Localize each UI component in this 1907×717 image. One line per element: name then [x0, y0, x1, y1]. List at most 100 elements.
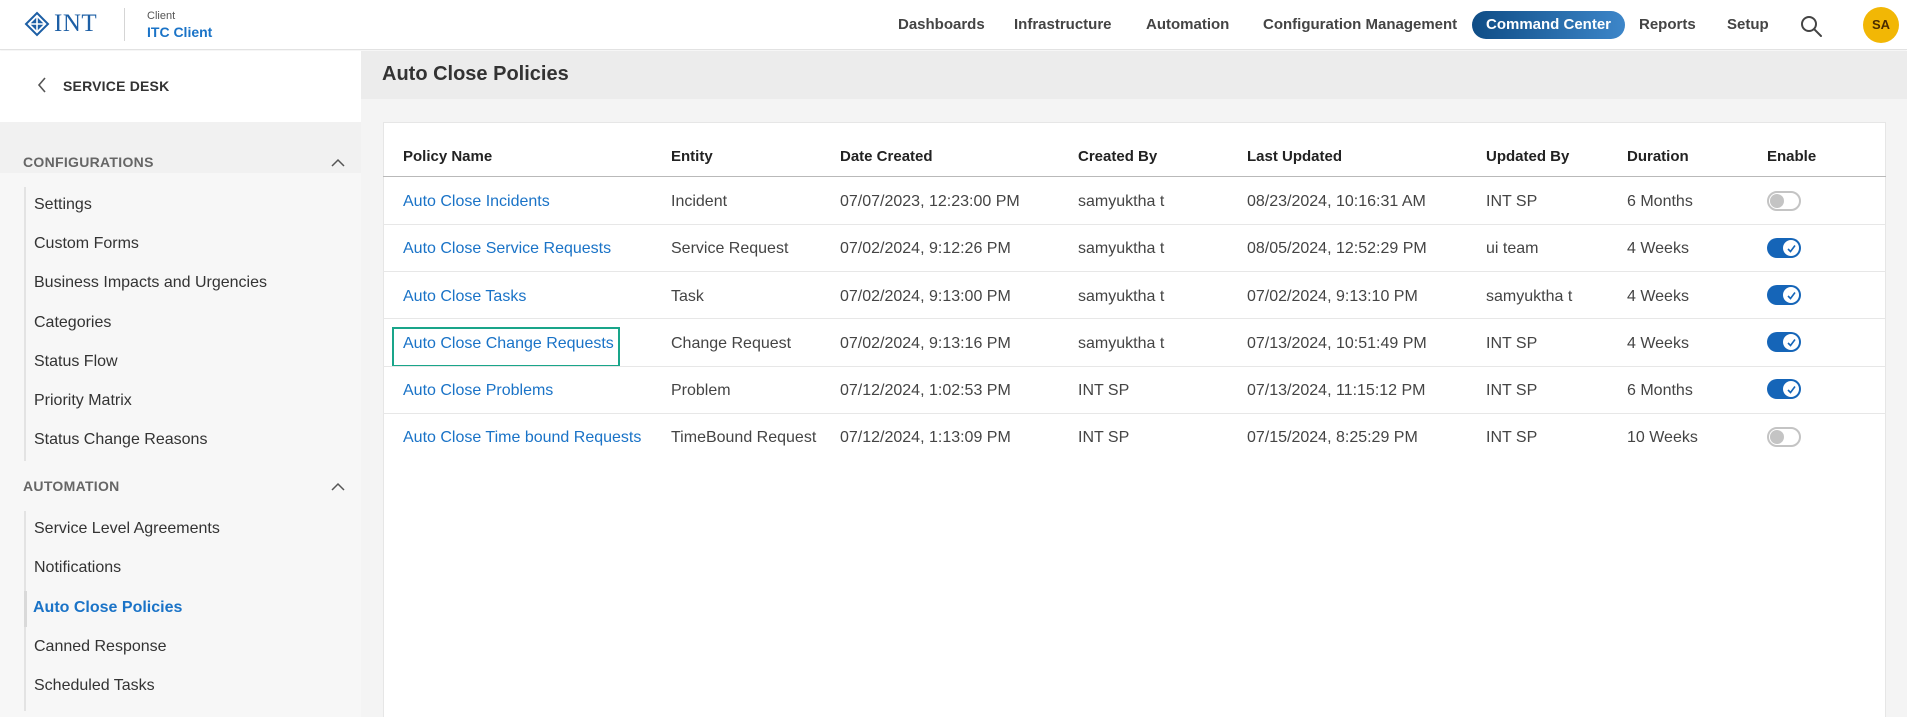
enable-toggle[interactable]: [1767, 427, 1801, 447]
date-created-cell: 07/12/2024, 1:02:53 PM: [840, 382, 1011, 399]
column-header-duration[interactable]: Duration: [1627, 148, 1689, 165]
sidebar-item-service-level-agreements[interactable]: Service Level Agreements: [34, 520, 220, 538]
nav-infrastructure[interactable]: Infrastructure: [1014, 11, 1112, 39]
column-header-created-by[interactable]: Created By: [1078, 148, 1157, 165]
policy-link[interactable]: Auto Close Change Requests: [403, 335, 614, 353]
created-by-cell: samyuktha t: [1078, 335, 1165, 352]
int-logo-icon: [24, 11, 50, 37]
nav-configuration-management[interactable]: Configuration Management: [1263, 11, 1457, 39]
policies-table-card: [383, 122, 1886, 717]
sidebar-item-status-change-reasons[interactable]: Status Change Reasons: [34, 431, 207, 449]
back-to-service-desk[interactable]: SERVICE DESK: [0, 51, 361, 122]
date-created-cell: 07/02/2024, 9:12:26 PM: [840, 240, 1011, 257]
check-icon: [1783, 240, 1799, 256]
client-selector[interactable]: Client ITC Client: [147, 10, 212, 40]
updated-by-cell: ui team: [1486, 240, 1539, 257]
check-icon: [1783, 334, 1799, 350]
date-created-cell: 07/02/2024, 9:13:00 PM: [840, 288, 1011, 305]
created-by-cell: INT SP: [1078, 429, 1130, 446]
header-divider: [124, 8, 125, 41]
nav-dashboards[interactable]: Dashboards: [898, 11, 985, 39]
column-header-date-created[interactable]: Date Created: [840, 148, 933, 165]
sidebar-item-scheduled-tasks[interactable]: Scheduled Tasks: [34, 677, 155, 695]
toggle-knob: [1770, 194, 1784, 208]
page-header: Auto Close Policies: [361, 51, 1907, 99]
section-automation[interactable]: AUTOMATION: [23, 478, 120, 494]
sidebar-item-priority-matrix[interactable]: Priority Matrix: [34, 392, 132, 410]
last-updated-cell: 07/13/2024, 11:15:12 PM: [1247, 382, 1426, 399]
enable-toggle[interactable]: [1767, 238, 1801, 258]
nav-reports[interactable]: Reports: [1639, 11, 1696, 39]
column-header-policy-name[interactable]: Policy Name: [403, 148, 492, 165]
client-caption: Client: [147, 10, 176, 22]
row-divider: [383, 224, 1886, 225]
entity-cell: Task: [671, 288, 704, 305]
policy-link[interactable]: Auto Close Tasks: [403, 288, 526, 306]
duration-cell: 10 Weeks: [1627, 429, 1698, 446]
sidebar-item-status-flow[interactable]: Status Flow: [34, 353, 118, 371]
entity-cell: Change Request: [671, 335, 792, 352]
sidebar-item-auto-close-policies[interactable]: Auto Close Policies: [33, 599, 182, 617]
duration-cell: 6 Months: [1627, 382, 1693, 399]
search-icon[interactable]: [1799, 14, 1823, 38]
enable-toggle[interactable]: [1767, 285, 1801, 305]
last-updated-cell: 08/23/2024, 10:16:31 AM: [1247, 193, 1426, 210]
policy-link[interactable]: Auto Close Time bound Requests: [403, 429, 641, 447]
row-divider: [383, 366, 1886, 367]
column-header-last-updated[interactable]: Last Updated: [1247, 148, 1342, 165]
section-configurations[interactable]: CONFIGURATIONS: [23, 154, 154, 170]
page-title: Auto Close Policies: [382, 63, 569, 85]
check-icon: [1783, 287, 1799, 303]
date-created-cell: 07/02/2024, 9:13:16 PM: [840, 335, 1011, 352]
table-header-divider: [383, 176, 1886, 177]
enable-toggle[interactable]: [1767, 332, 1801, 352]
top-bar: INT Client ITC Client Dashboards Infrast…: [0, 0, 1907, 50]
row-divider: [383, 318, 1886, 319]
duration-cell: 4 Weeks: [1627, 240, 1689, 257]
sidebar-item-business-impacts[interactable]: Business Impacts and Urgencies: [34, 274, 267, 292]
nav-setup[interactable]: Setup: [1727, 11, 1769, 39]
toggle-knob: [1770, 430, 1784, 444]
client-name[interactable]: ITC Client: [147, 25, 212, 39]
column-header-updated-by[interactable]: Updated By: [1486, 148, 1569, 165]
updated-by-cell: INT SP: [1486, 382, 1538, 399]
user-avatar[interactable]: SA: [1863, 7, 1899, 43]
duration-cell: 4 Weeks: [1627, 335, 1689, 352]
row-divider: [383, 271, 1886, 272]
updated-by-cell: INT SP: [1486, 193, 1538, 210]
sidebar-item-settings[interactable]: Settings: [34, 196, 92, 214]
active-item-indicator: [24, 591, 27, 627]
row-divider: [383, 413, 1886, 414]
chevron-left-icon[interactable]: [36, 75, 48, 95]
created-by-cell: INT SP: [1078, 382, 1130, 399]
sidebar-item-categories[interactable]: Categories: [34, 314, 111, 332]
last-updated-cell: 07/13/2024, 10:51:49 PM: [1247, 335, 1427, 352]
last-updated-cell: 08/05/2024, 12:52:29 PM: [1247, 240, 1427, 257]
sidebar-item-notifications[interactable]: Notifications: [34, 559, 121, 577]
sidebar-item-canned-response[interactable]: Canned Response: [34, 638, 167, 656]
entity-cell: TimeBound Request: [671, 429, 817, 446]
sidebar: SERVICE DESK: [0, 51, 361, 717]
chevron-up-icon[interactable]: [330, 482, 346, 492]
entity-cell: Incident: [671, 193, 728, 210]
created-by-cell: samyuktha t: [1078, 193, 1165, 210]
check-icon: [1783, 381, 1799, 397]
nav-automation[interactable]: Automation: [1146, 11, 1229, 39]
enable-toggle[interactable]: [1767, 379, 1801, 399]
entity-cell: Problem: [671, 382, 731, 399]
date-created-cell: 07/12/2024, 1:13:09 PM: [840, 429, 1011, 446]
policy-link[interactable]: Auto Close Service Requests: [403, 240, 611, 258]
duration-cell: 4 Weeks: [1627, 288, 1689, 305]
back-label[interactable]: SERVICE DESK: [63, 78, 169, 94]
policy-link[interactable]: Auto Close Problems: [403, 382, 553, 400]
date-created-cell: 07/07/2023, 12:23:00 PM: [840, 193, 1020, 210]
chevron-up-icon[interactable]: [330, 158, 346, 168]
nav-command-center[interactable]: Command Center: [1472, 11, 1626, 39]
column-header-entity[interactable]: Entity: [671, 148, 713, 165]
updated-by-cell: INT SP: [1486, 429, 1538, 446]
sidebar-item-custom-forms[interactable]: Custom Forms: [34, 235, 139, 253]
entity-cell: Service Request: [671, 240, 789, 257]
policy-link[interactable]: Auto Close Incidents: [403, 193, 550, 211]
enable-toggle[interactable]: [1767, 191, 1801, 211]
int-logo[interactable]: INT: [24, 10, 97, 38]
